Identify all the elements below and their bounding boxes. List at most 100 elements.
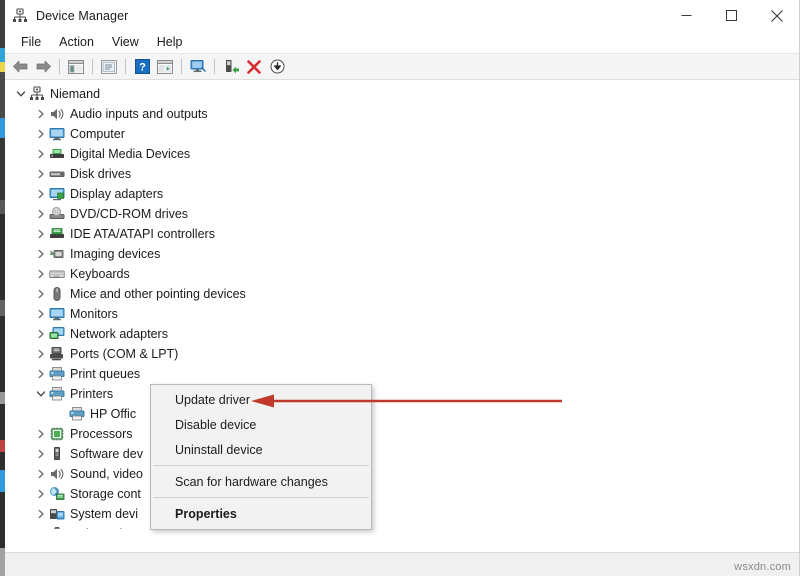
tree-item[interactable]: Sound, video [5, 464, 799, 484]
device-tree: Niemand Audio inputs and outputs Computer D… [5, 80, 799, 529]
back-arrow-icon [12, 59, 29, 74]
tree-item[interactable]: Display adapters [5, 184, 799, 204]
tree-item[interactable]: Digital Media Devices [5, 144, 799, 164]
chevron-right-icon[interactable] [33, 284, 49, 304]
chevron-right-icon[interactable] [33, 424, 49, 444]
tree-item[interactable]: Ports (COM & LPT) [5, 344, 799, 364]
tree-item[interactable]: Keyboards [5, 264, 799, 284]
back-button[interactable] [9, 56, 31, 77]
chevron-down-icon[interactable] [33, 384, 49, 404]
toolbar-separator-2 [92, 59, 93, 74]
tree-item[interactable]: IDE ATA/ATAPI controllers [5, 224, 799, 244]
tree-item[interactable]: Imaging devices [5, 244, 799, 264]
toolbar-separator-3 [125, 59, 126, 74]
tree-item[interactable]: HP Offic [5, 404, 799, 424]
tree-item[interactable]: Storage cont [5, 484, 799, 504]
down-arrow-circle-icon [270, 59, 285, 74]
toolbar: ? [5, 54, 799, 80]
chevron-right-icon[interactable] [33, 524, 49, 529]
tree-item-label: Imaging devices [70, 246, 160, 262]
device-manager-icon [12, 8, 28, 24]
help-button[interactable]: ? [131, 56, 153, 77]
context-menu-item-properties[interactable]: Properties [151, 501, 371, 526]
forward-arrow-icon [35, 59, 52, 74]
chevron-right-icon[interactable] [33, 364, 49, 384]
tree-item[interactable]: Processors [5, 424, 799, 444]
menu-action[interactable]: Action [50, 33, 103, 51]
minimize-button[interactable] [664, 0, 709, 31]
tree-item[interactable]: Computer [5, 124, 799, 144]
tree-item-label: Processors [70, 426, 133, 442]
tree-item[interactable]: Monitors [5, 304, 799, 324]
menu-file[interactable]: File [12, 33, 50, 51]
maximize-button[interactable] [709, 0, 754, 31]
tree-item-label: System devi [70, 506, 138, 522]
tree-item-label: Keyboards [70, 266, 130, 282]
tree-root-node[interactable]: Niemand [5, 84, 799, 104]
chevron-right-icon[interactable] [33, 344, 49, 364]
menu-help[interactable]: Help [148, 33, 192, 51]
tree-item[interactable]: Disk drives [5, 164, 799, 184]
printer-icon [69, 406, 85, 422]
chevron-right-icon[interactable] [33, 504, 49, 524]
chevron-right-icon[interactable] [33, 144, 49, 164]
chevron-right-icon[interactable] [33, 304, 49, 324]
chevron-right-icon[interactable] [33, 244, 49, 264]
tree-item[interactable]: Audio inputs and outputs [5, 104, 799, 124]
tree-item-label: Network adapters [70, 326, 168, 342]
update-driver-icon [224, 59, 239, 74]
console-tree-icon [68, 60, 84, 74]
tree-item-label: Digital Media Devices [70, 146, 190, 162]
chevron-right-icon[interactable] [33, 204, 49, 224]
menu-view[interactable]: View [103, 33, 148, 51]
tree-item[interactable]: Network adapters [5, 324, 799, 344]
tree-item[interactable]: DVD/CD-ROM drives [5, 204, 799, 224]
tree-item[interactable]: Software dev [5, 444, 799, 464]
show-details-button[interactable] [154, 56, 176, 77]
chevron-right-icon[interactable] [33, 224, 49, 244]
disable-device-button[interactable] [266, 56, 288, 77]
close-button[interactable] [754, 0, 799, 31]
update-driver-button[interactable] [220, 56, 242, 77]
forward-button[interactable] [32, 56, 54, 77]
chevron-right-icon[interactable] [33, 264, 49, 284]
tree-item-label: Audio inputs and outputs [70, 106, 208, 122]
context-menu-item-update-driver[interactable]: Update driver [151, 387, 371, 412]
scan-hardware-changes-button[interactable] [187, 56, 209, 77]
context-menu-item-disable-device[interactable]: Disable device [151, 412, 371, 437]
window-title: Device Manager [36, 9, 128, 23]
chevron-right-icon[interactable] [33, 464, 49, 484]
caption-buttons [664, 0, 799, 31]
chevron-right-icon[interactable] [33, 484, 49, 504]
window-frame: Device Manager File Action View Help [5, 0, 800, 576]
chevron-right-icon[interactable] [33, 324, 49, 344]
tree-item[interactable]: Print queues [5, 364, 799, 384]
chevron-right-icon[interactable] [33, 124, 49, 144]
chevron-right-icon[interactable] [53, 404, 69, 424]
chevron-right-icon[interactable] [33, 444, 49, 464]
chevron-right-icon[interactable] [33, 184, 49, 204]
tree-item[interactable]: Printers [5, 384, 799, 404]
tree-item[interactable]: Universal Ser [5, 524, 799, 529]
properties-button[interactable] [98, 56, 120, 77]
tree-item[interactable]: System devi [5, 504, 799, 524]
usb-icon [49, 526, 65, 529]
chevron-right-icon[interactable] [33, 164, 49, 184]
tree-item[interactable]: Mice and other pointing devices [5, 284, 799, 304]
tree-item-label: Print queues [70, 366, 140, 382]
show-hide-console-tree-button[interactable] [65, 56, 87, 77]
chevron-right-icon[interactable] [33, 104, 49, 124]
chevron-down-icon[interactable] [13, 84, 29, 104]
context-menu-item-scan-for-hardware-changes[interactable]: Scan for hardware changes [151, 469, 371, 494]
tree-item-label: Ports (COM & LPT) [70, 346, 178, 362]
optical-drive-icon [49, 206, 65, 222]
tree-item-label: IDE ATA/ATAPI controllers [70, 226, 215, 242]
tree-item-label: Niemand [50, 86, 100, 102]
context-menu-item-uninstall-device[interactable]: Uninstall device [151, 437, 371, 462]
uninstall-device-button[interactable] [243, 56, 265, 77]
processor-icon [49, 426, 65, 442]
network-adapter-icon [49, 326, 65, 342]
imaging-device-icon [49, 246, 65, 262]
tree-item-label: Sound, video [70, 466, 143, 482]
toolbar-separator-4 [181, 59, 182, 74]
